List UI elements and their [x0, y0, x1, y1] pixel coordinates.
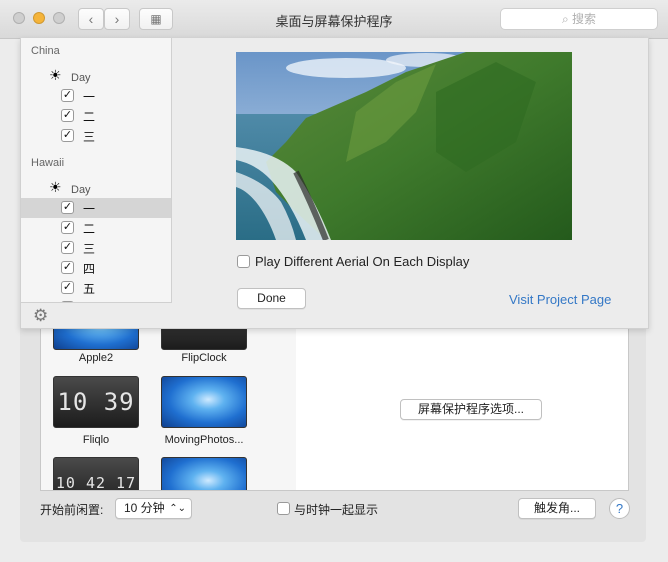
tree-row[interactable]: ✓ 二	[21, 106, 171, 126]
checkbox-checked[interactable]: ✓	[61, 221, 74, 234]
saver-thumbnail[interactable]	[161, 457, 247, 490]
tree-row-selected[interactable]: ✓ 一	[21, 198, 171, 218]
help-button[interactable]: ?	[609, 498, 630, 519]
play-different-aerial-checkbox[interactable]	[237, 255, 250, 268]
start-after-label: 开始前闲置:	[40, 503, 104, 517]
tree-item-label: 一	[83, 90, 96, 104]
checkbox-checked[interactable]: ✓	[61, 301, 74, 302]
tree-item-label: 二	[83, 222, 96, 236]
tree-day-label: Day	[71, 184, 91, 196]
search-placeholder: 搜索	[572, 12, 597, 26]
start-after-value: 10 分钟	[124, 501, 165, 515]
checkbox-checked[interactable]: ✓	[61, 241, 74, 254]
aerial-landscape-picture	[236, 52, 572, 240]
tree-row[interactable]: ✓ 五	[21, 278, 171, 298]
play-different-aerial-label: Play Different Aerial On Each Display	[255, 254, 470, 269]
sun-icon: ☀	[49, 179, 62, 195]
saver-label: Apple2	[78, 352, 114, 364]
gear-icon[interactable]: ⚙	[33, 306, 48, 326]
tree-row[interactable]: ✓ 一	[21, 86, 171, 106]
saver-label: MovingPhotos...	[164, 434, 244, 446]
show-clock-label: 与时钟一起显示	[294, 503, 379, 517]
select-arrows-icon: ⌃⌄	[169, 503, 186, 514]
tree-day-label: Day	[71, 72, 91, 84]
screen-saver-options-button[interactable]: 屏幕保护程序选项...	[400, 399, 542, 420]
aerial-preview-image	[236, 52, 572, 240]
saver-thumbnail[interactable]	[161, 376, 247, 428]
checkbox-checked[interactable]: ✓	[61, 89, 74, 102]
aerial-video-tree[interactable]: China ☀ Day ✓ 一 ✓ 二 ✓ 三 Hawaii ☀ Day ✓ 一 ✓ 二 …	[21, 38, 172, 303]
visit-project-page-link[interactable]: Visit Project Page	[509, 292, 611, 307]
aerial-options-sheet: China ☀ Day ✓ 一 ✓ 二 ✓ 三 Hawaii ☀ Day ✓ 一 ✓ 二 …	[20, 38, 649, 329]
show-clock-checkbox[interactable]	[277, 502, 290, 515]
saver-label: Fliqlo	[82, 434, 110, 446]
search-field[interactable]: ⌕ 搜索	[500, 8, 658, 30]
checkbox-checked[interactable]: ✓	[61, 129, 74, 142]
help-icon: ?	[615, 501, 624, 516]
screen-saver-panel: Apple2 FlipClock 10 39 Fliqlo MovingPhot…	[20, 320, 646, 542]
screen-saver-preview-pane: 屏幕保护程序选项...	[296, 320, 629, 491]
tree-item-label: 二	[83, 110, 96, 124]
tree-item-label: 一	[83, 202, 96, 216]
search-icon: ⌕	[561, 12, 569, 26]
tree-row[interactable]: ✓ 四	[21, 258, 171, 278]
tree-row[interactable]: ✓ 二	[21, 218, 171, 238]
checkbox-checked[interactable]: ✓	[61, 109, 74, 122]
saver-label: FlipClock	[181, 352, 227, 364]
start-after-select[interactable]: 10 分钟 ⌃⌄	[115, 498, 192, 519]
tree-item-label: 四	[83, 262, 96, 276]
done-button[interactable]: Done	[237, 288, 306, 309]
tree-row[interactable]: ✓ 三	[21, 126, 171, 146]
checkbox-checked[interactable]: ✓	[61, 261, 74, 274]
tree-item-label: 五	[83, 282, 96, 296]
saver-thumbnail[interactable]: 10 42 17	[53, 457, 139, 491]
checkbox-checked[interactable]: ✓	[61, 281, 74, 294]
clock-digits: 10 39	[57, 388, 135, 416]
hot-corners-button[interactable]: 触发角...	[518, 498, 596, 519]
tree-item-label: 六	[83, 300, 95, 302]
checkbox-checked[interactable]: ✓	[61, 201, 74, 214]
title-bar: ‹ › ▦ 桌面与屏幕保护程序 ⌕ 搜索	[0, 0, 668, 39]
tree-item-label: 三	[83, 130, 96, 144]
tree-row[interactable]: ✓六	[21, 298, 171, 302]
saver-thumbnail[interactable]: 10 39	[53, 376, 139, 428]
tree-item-label: 三	[83, 242, 96, 256]
tree-row[interactable]: ✓ 三	[21, 238, 171, 258]
tree-group-label: China	[31, 45, 60, 57]
tree-group-label: Hawaii	[31, 157, 65, 169]
screen-saver-list[interactable]: Apple2 FlipClock 10 39 Fliqlo MovingPhot…	[40, 320, 298, 491]
clock-digits: 10 42 17	[55, 474, 137, 491]
sun-icon: ☀	[49, 67, 62, 83]
